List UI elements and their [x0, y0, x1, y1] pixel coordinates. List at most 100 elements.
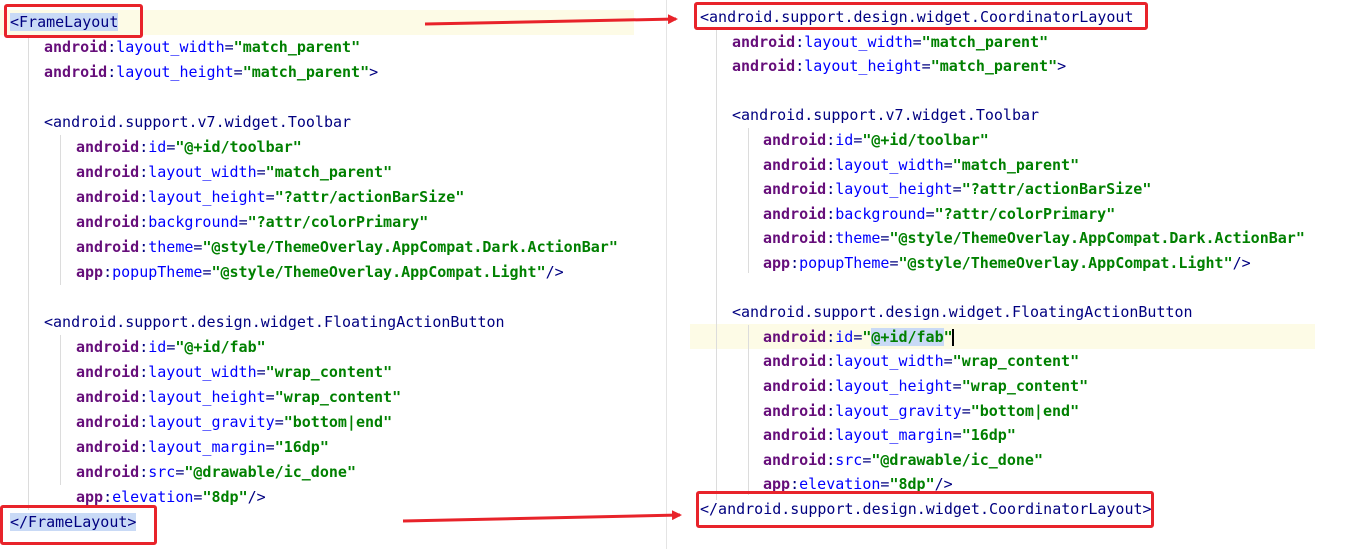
code-line-attribute[interactable]: android:src="@drawable/ic_done"	[76, 461, 356, 483]
code-line-attribute[interactable]: android:src="@drawable/ic_done"	[763, 449, 1043, 471]
code-line-attribute[interactable]: android:layout_height="wrap_content"	[76, 386, 401, 408]
attr-value-text: wrap_content	[970, 377, 1080, 395]
attr-value: "	[961, 426, 971, 445]
attr-name: layout_height	[835, 377, 953, 395]
right-code-editor[interactable]: <android.support.design.widget.Coordinat…	[668, 0, 1359, 549]
attr-value: "	[211, 263, 221, 281]
attr-value-text: 16dp	[283, 438, 320, 456]
colon: :	[826, 426, 836, 445]
code-line-attribute[interactable]: android:id="@+id/fab"	[763, 326, 954, 348]
colon: :	[139, 413, 149, 431]
attr-value: "	[247, 213, 257, 231]
attr-name: elevation	[112, 488, 194, 506]
attr-value: "	[419, 213, 429, 231]
code-line-attribute[interactable]: app:popupTheme="@style/ThemeOverlay.AppC…	[76, 261, 564, 283]
tag-open-bracket: <	[732, 303, 742, 322]
tag-end: />	[247, 488, 266, 506]
colon: :	[107, 38, 117, 56]
code-line-attribute[interactable]: android:layout_height="wrap_content"	[763, 375, 1088, 397]
attr-value: "	[1223, 254, 1233, 272]
code-line-attribute[interactable]: android:layout_width="wrap_content"	[763, 350, 1079, 372]
attr-name: layout_gravity	[835, 401, 962, 420]
colon: :	[826, 155, 836, 174]
code-line-attribute[interactable]: android:layout_height="match_parent">	[44, 61, 378, 83]
equals: =	[952, 377, 962, 395]
code-line-attribute[interactable]: android:layout_height="match_parent">	[732, 55, 1066, 77]
attr-value: "	[1039, 32, 1049, 51]
attr-namespace: android	[763, 327, 827, 346]
attr-value: "	[934, 204, 944, 223]
attr-value: "	[346, 463, 356, 481]
attr-value: "	[1106, 204, 1116, 223]
attr-value: "	[319, 438, 329, 456]
code-line-attribute[interactable]: android:id="@+id/fab"	[76, 336, 266, 358]
code-line-fab-open[interactable]: <android.support.design.widget.FloatingA…	[44, 311, 505, 333]
attr-name: layout_height	[148, 388, 266, 406]
equals: =	[238, 213, 248, 231]
attr-name: layout_height	[116, 63, 234, 81]
equals: =	[925, 204, 935, 223]
code-line-attribute[interactable]: android:layout_width="wrap_content"	[76, 361, 392, 383]
code-line-attribute[interactable]: android:layout_gravity="bottom|end"	[763, 400, 1079, 422]
attr-namespace: android	[76, 188, 140, 206]
code-line-attribute[interactable]: android:layout_margin="16dp"	[76, 436, 329, 458]
attr-value: "	[1142, 180, 1152, 199]
equals: =	[952, 180, 962, 199]
code-line-attribute[interactable]: android:theme="@style/ThemeOverlay.AppCo…	[76, 236, 618, 258]
attr-value-text: wrap_content	[961, 352, 1071, 371]
attr-name: layout_height	[804, 57, 922, 76]
code-line-attribute[interactable]: android:layout_width="match_parent"	[732, 31, 1048, 53]
attr-value: "	[536, 263, 546, 281]
attr-value: "	[1070, 155, 1080, 174]
attr-value: "	[961, 377, 971, 395]
colon: :	[826, 450, 836, 469]
attr-name: layout_width	[116, 38, 225, 56]
code-line-attribute[interactable]: android:layout_width="match_parent"	[76, 161, 392, 183]
attr-namespace: android	[763, 131, 827, 149]
attr-name: id	[835, 327, 854, 346]
attr-name: theme	[835, 229, 881, 248]
attr-namespace: android	[763, 352, 827, 371]
equals: =	[166, 138, 176, 156]
root-open-highlight-box	[694, 2, 1148, 30]
code-line-attribute[interactable]: android:layout_height="?attr/actionBarSi…	[763, 178, 1151, 200]
code-line-attribute[interactable]: android:id="@+id/toolbar"	[763, 129, 989, 151]
code-line-attribute[interactable]: android:layout_gravity="bottom|end"	[76, 411, 392, 433]
code-line-attribute[interactable]: android:background="?attr/colorPrimary"	[76, 211, 428, 233]
code-line-attribute[interactable]: android:background="?attr/colorPrimary"	[763, 203, 1115, 225]
code-line-attribute[interactable]: android:id="@+id/toolbar"	[76, 136, 302, 158]
tag-name: android.support.v7.widget.Toolbar	[53, 113, 352, 131]
code-line-fab-open[interactable]: <android.support.design.widget.FloatingA…	[732, 301, 1193, 323]
code-line-toolbar-open[interactable]: <android.support.v7.widget.Toolbar	[44, 111, 351, 133]
attr-name: layout_height	[835, 180, 953, 199]
code-line-toolbar-open[interactable]: <android.support.v7.widget.Toolbar	[732, 104, 1039, 126]
colon: :	[139, 213, 149, 231]
attr-value: "	[608, 238, 618, 256]
colon: :	[139, 163, 149, 181]
attr-value: "	[360, 63, 370, 81]
left-code-editor[interactable]: <FrameLayout android:layout_width="match_…	[0, 0, 634, 549]
attr-value-text: ?attr/actionBarSize	[970, 180, 1143, 199]
attr-namespace: android	[44, 63, 108, 81]
code-line-attribute[interactable]: app:popupTheme="@style/ThemeOverlay.AppC…	[763, 252, 1251, 274]
attr-namespace: android	[763, 204, 827, 223]
attr-value: "	[1295, 229, 1305, 248]
attr-value-text: wrap_content	[274, 363, 384, 381]
attr-namespace: android	[76, 138, 140, 156]
code-line-attribute[interactable]: android:layout_margin="16dp"	[763, 424, 1016, 446]
attr-value-text: @+id/fab	[871, 327, 944, 346]
attr-name: layout_width	[835, 352, 944, 371]
attr-name: id	[148, 138, 167, 156]
equals: =	[233, 63, 243, 81]
attr-value: "	[265, 163, 275, 181]
code-line-attribute[interactable]: android:layout_width="match_parent"	[763, 154, 1079, 176]
code-line-attribute[interactable]: android:layout_height="?attr/actionBarSi…	[76, 186, 464, 208]
attr-name: layout_width	[148, 363, 257, 381]
attr-value: "	[1048, 57, 1058, 76]
attr-name: src	[835, 450, 863, 469]
colon: :	[139, 363, 149, 381]
attr-name: theme	[148, 238, 194, 256]
colon: :	[826, 401, 836, 420]
code-line-attribute[interactable]: android:theme="@style/ThemeOverlay.AppCo…	[763, 227, 1305, 249]
code-line-attribute[interactable]: android:layout_width="match_parent"	[44, 36, 360, 58]
